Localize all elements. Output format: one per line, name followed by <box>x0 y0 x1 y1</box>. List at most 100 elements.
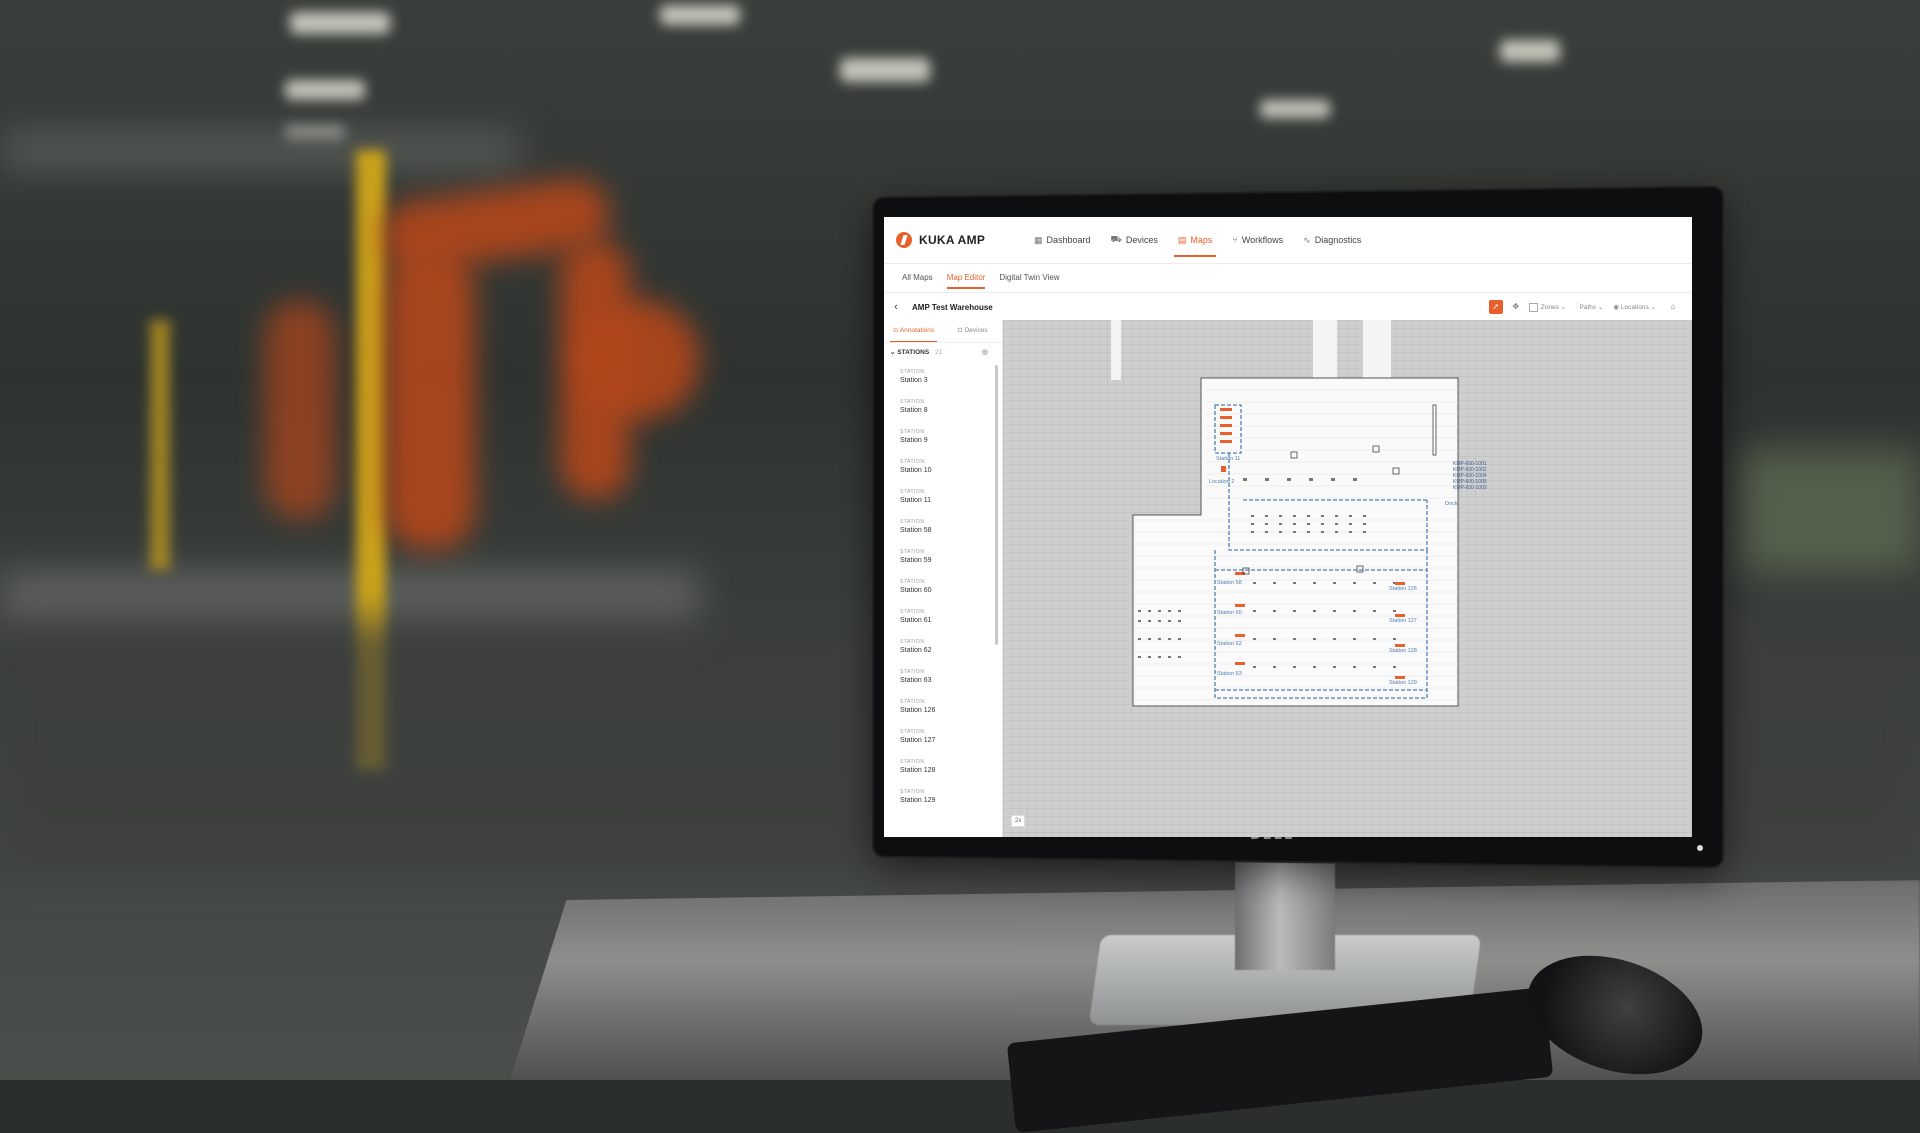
tab-annotations[interactable]: ⊙ Annotations <box>884 320 943 342</box>
tab-map-editor[interactable]: Map Editor <box>946 264 985 292</box>
station-list-item[interactable]: STATION Station 9 <box>900 421 1002 451</box>
map-label-station-63: Station 63 <box>1217 671 1242 677</box>
tag-icon[interactable]: ⌂ <box>1666 300 1680 314</box>
corridor <box>1111 320 1121 380</box>
device-label[interactable]: KMP-600-1003 <box>1453 485 1487 491</box>
diagnostics-icon: ∿ <box>1303 234 1311 245</box>
map-label-station-60: Station 60 <box>1217 610 1242 616</box>
map-label-dock: Dock <box>1445 501 1458 507</box>
station-type-label: STATION <box>900 698 925 705</box>
map-title: AMP Test Warehouse <box>912 302 993 312</box>
editor-body: ⊙ Annotations ⊡ Devices ⌄ STATIONS 21 ◎ … <box>884 320 1692 837</box>
map-label-station-129: Station 129 <box>1389 680 1417 686</box>
corridor <box>1313 320 1337 380</box>
station-type-label: STATION <box>900 758 925 765</box>
workflow-icon: ⑂ <box>1232 235 1238 245</box>
map-label-station-127: Station 127 <box>1389 618 1417 624</box>
station-count: 21 <box>935 348 943 356</box>
station-list-item[interactable]: STATION Station 127 <box>900 721 1002 751</box>
station-type-label: STATION <box>900 668 925 675</box>
station-list-item[interactable]: STATION Station 3 <box>900 361 1002 391</box>
paths-filter-dropdown[interactable]: ⫶ Paths ⌄ <box>1576 303 1603 311</box>
warehouse-floorplan: Station 11 Location 2 Dock Station 58 St… <box>1111 320 1487 707</box>
app-screen: KUKA AMP ▦ Dashboard ⛟ Devices ▤ Maps ⑂ … <box>884 217 1692 837</box>
station-name: Station 61 <box>900 616 932 624</box>
station-name: Station 126 <box>900 706 936 714</box>
corridor <box>1363 320 1391 380</box>
station-list-item[interactable]: STATION Station 8 <box>900 391 1002 421</box>
zones-checkbox[interactable] <box>1528 302 1538 312</box>
station-type-label: STATION <box>900 458 925 465</box>
pin-icon: ⊙ <box>892 327 899 334</box>
sidebar-tabs: ⊙ Annotations ⊡ Devices <box>884 320 1002 343</box>
toolbar-tools: ➚ ✥ Zones ⌄ ⫶ Paths ⌄ ◉ Locations ⌄ ⌂ <box>1488 300 1692 314</box>
station-type-label: STATION <box>900 608 925 615</box>
station-list-item[interactable]: STATION Station 128 <box>900 751 1002 781</box>
robot-icon: ⊡ <box>957 327 963 334</box>
station-name: Station 9 <box>900 436 928 444</box>
locations-filter-dropdown[interactable]: ◉ Locations ⌄ <box>1613 303 1656 312</box>
visibility-eye-icon[interactable]: ◎ <box>982 348 988 356</box>
station-list-item[interactable]: STATION Station 63 <box>900 661 1002 691</box>
nav-maps[interactable]: ▤ Maps <box>1173 217 1216 263</box>
map-label-location-2: Location 2 <box>1209 479 1234 485</box>
nav-workflows[interactable]: ⑂ Workflows <box>1232 217 1283 263</box>
station-type-label: STATION <box>900 638 925 645</box>
map-label-station-126: Station 126 <box>1389 586 1417 592</box>
station-name: Station 11 <box>900 496 932 504</box>
brand-logo[interactable]: KUKA AMP <box>884 232 1014 248</box>
station-name: Station 59 <box>900 556 932 564</box>
station-list-item[interactable]: STATION Station 11 <box>900 481 1002 511</box>
zones-filter-dropdown[interactable]: Zones ⌄ <box>1528 302 1566 312</box>
zoom-level-indicator[interactable]: 2x <box>1011 815 1026 827</box>
station-list-item[interactable]: STATION Station 59 <box>900 541 1002 571</box>
station-type-label: STATION <box>900 398 925 405</box>
paths-icon: ⫶ <box>1576 303 1578 310</box>
dashboard-icon: ▦ <box>1034 234 1043 245</box>
station-name: Station 129 <box>900 796 936 804</box>
select-cursor-icon[interactable]: ➚ <box>1488 300 1503 314</box>
device-labels: KMP-600-1001KMP-600-1002KMP-600-1004KMP-… <box>1453 461 1487 491</box>
station-list-item[interactable]: STATION Station 58 <box>900 511 1002 541</box>
station-type-label: STATION <box>900 518 925 525</box>
map-label-station-11: Station 11 <box>1216 456 1240 462</box>
floor-outline <box>1132 377 1459 707</box>
station-list-item[interactable]: STATION Station 129 <box>900 781 1002 811</box>
tab-devices[interactable]: ⊡ Devices <box>943 320 1002 342</box>
station-name: Station 58 <box>900 526 932 534</box>
tab-digital-twin-view[interactable]: Digital Twin View <box>999 264 1059 292</box>
tab-all-maps[interactable]: All Maps <box>902 264 933 292</box>
station-list-item[interactable]: STATION Station 10 <box>900 451 1002 481</box>
top-navigation: KUKA AMP ▦ Dashboard ⛟ Devices ▤ Maps ⑂ … <box>884 217 1692 264</box>
station-list-item[interactable]: STATION Station 60 <box>900 571 1002 601</box>
map-label-station-62: Station 62 <box>1217 641 1242 647</box>
pan-move-icon[interactable]: ✥ <box>1509 300 1523 314</box>
editor-toolbar: ‹ AMP Test Warehouse ➚ ✥ Zones ⌄ ⫶ Paths… <box>884 293 1692 322</box>
nav-dashboard[interactable]: ▦ Dashboard <box>1034 217 1091 263</box>
station-name: Station 3 <box>900 376 928 384</box>
stations-section-header[interactable]: ⌄ STATIONS 21 ◎ <box>884 343 1002 361</box>
station-type-label: STATION <box>900 728 925 735</box>
sidebar-scrollbar[interactable] <box>995 365 998 645</box>
devices-icon: ⛟ <box>1110 234 1122 244</box>
station-type-label: STATION <box>900 368 925 375</box>
station-type-label: STATION <box>900 488 925 495</box>
station-list: STATION Station 3 STATION Station 8 STATION S… <box>884 361 1002 811</box>
station-list-item[interactable]: STATION Station 126 <box>900 691 1002 721</box>
map-icon: ▤ <box>1177 234 1187 245</box>
station-type-label: STATION <box>900 788 925 795</box>
map-canvas[interactable]: Station 11 Location 2 Dock Station 58 St… <box>1003 320 1692 837</box>
nav-diagnostics[interactable]: ∿ Diagnostics <box>1303 217 1361 263</box>
station-name: Station 62 <box>900 646 932 654</box>
station-list-item[interactable]: STATION Station 61 <box>900 601 1002 631</box>
power-led <box>1697 845 1703 851</box>
station-name: Station 10 <box>900 466 932 474</box>
map-label-station-58: Station 58 <box>1217 580 1242 586</box>
annotations-sidebar: ⊙ Annotations ⊡ Devices ⌄ STATIONS 21 ◎ … <box>884 320 1003 837</box>
station-type-label: STATION <box>900 578 925 585</box>
nav-devices[interactable]: ⛟ Devices <box>1111 217 1158 263</box>
station-name: Station 128 <box>900 766 936 774</box>
back-arrow-icon[interactable]: ‹ <box>884 301 908 313</box>
station-name: Station 63 <box>900 676 932 684</box>
station-list-item[interactable]: STATION Station 62 <box>900 631 1002 661</box>
